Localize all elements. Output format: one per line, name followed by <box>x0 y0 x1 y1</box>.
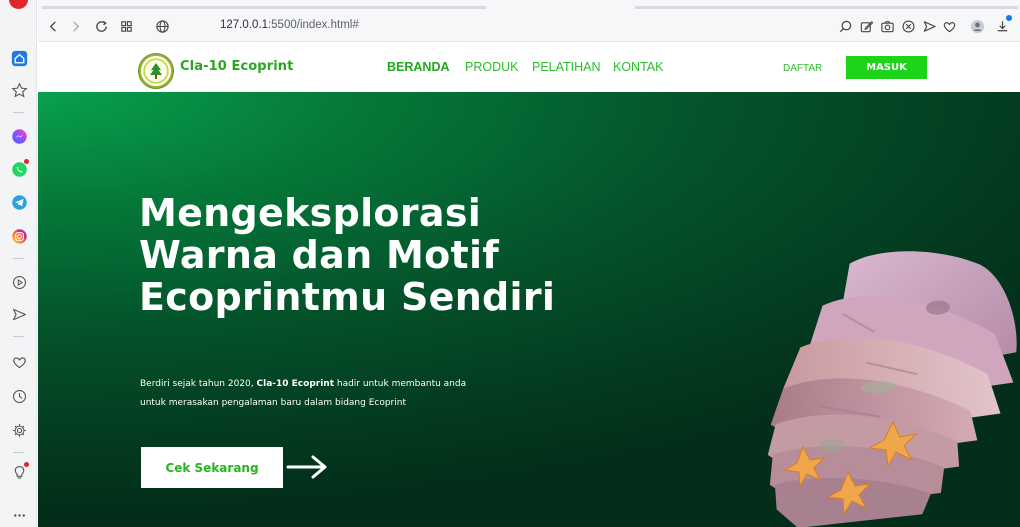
register-link[interactable]: DAFTAR <box>783 63 822 74</box>
telegram-icon[interactable] <box>9 192 29 212</box>
camera-icon[interactable] <box>878 17 896 35</box>
download-icon[interactable] <box>993 15 1012 35</box>
history-icon[interactable] <box>9 386 29 406</box>
nav-link-produk[interactable]: PRODUK <box>465 60 518 74</box>
home-icon[interactable] <box>9 48 29 68</box>
forward-icon[interactable] <box>66 17 84 35</box>
profile-icon[interactable] <box>968 17 986 35</box>
search-icon[interactable] <box>836 17 854 35</box>
block-icon[interactable] <box>899 17 917 35</box>
desc-brand: Cla-10 Ecoprint <box>256 379 335 389</box>
tab-strip <box>635 6 1018 9</box>
send-icon[interactable] <box>920 17 938 35</box>
settings-icon[interactable] <box>9 420 29 440</box>
web-page: Cla-10 Ecoprint BERANDA PRODUK PELATIHAN… <box>38 42 1020 527</box>
sidebar-separator <box>13 258 24 259</box>
back-icon[interactable] <box>44 17 62 35</box>
instagram-icon[interactable] <box>9 226 29 246</box>
hero-description: Berdiri sejak tahun 2020, Cla-10 Ecoprin… <box>140 375 480 413</box>
nav-link-beranda[interactable]: BERANDA <box>387 60 450 74</box>
notification-dot <box>24 462 29 467</box>
tab-strip <box>42 6 486 9</box>
more-icon[interactable] <box>9 505 29 525</box>
messenger-icon[interactable] <box>9 126 29 146</box>
sidebar-separator <box>13 336 24 337</box>
ecoprint-fabric-image <box>767 251 1017 527</box>
heart-icon[interactable] <box>9 352 29 372</box>
nav-link-kontak[interactable]: KONTAK <box>613 60 663 74</box>
url-path: :5500/index.html# <box>267 19 359 31</box>
site-navbar: Cla-10 Ecoprint BERANDA PRODUK PELATIHAN… <box>38 42 1020 92</box>
url-host: 127.0.0.1 <box>220 19 268 31</box>
notification-dot <box>24 159 29 164</box>
lightbulb-icon[interactable] <box>9 462 29 482</box>
star-icon[interactable] <box>9 80 29 100</box>
address-bar[interactable]: 127.0.0.1:5500/index.html# <box>220 19 359 31</box>
nav-link-pelatihan[interactable]: PELATIHAN <box>532 60 601 74</box>
hero-section: Mengeksplorasi Warna dan Motif Ecoprintm… <box>38 92 1020 527</box>
cek-sekarang-button[interactable]: Cek Sekarang <box>141 447 283 488</box>
brand-name[interactable]: Cla-10 Ecoprint <box>180 59 293 74</box>
arrow-right-icon <box>286 455 327 479</box>
send-icon[interactable] <box>9 304 29 324</box>
desc-text-start: Berdiri sejak tahun 2020, <box>140 379 257 389</box>
reload-icon[interactable] <box>92 17 110 35</box>
whatsapp-icon[interactable] <box>9 159 29 179</box>
heart-icon[interactable] <box>940 17 958 35</box>
notification-dot <box>1006 15 1012 21</box>
opera-logo-icon[interactable] <box>0 0 37 12</box>
globe-icon[interactable] <box>153 17 171 35</box>
player-icon[interactable] <box>9 272 29 292</box>
login-button[interactable]: MASUK <box>846 56 927 79</box>
speed-dial-icon[interactable] <box>117 17 135 35</box>
browser-sidebar <box>0 0 37 527</box>
hero-headline: Mengeksplorasi Warna dan Motif Ecoprintm… <box>139 191 556 319</box>
brand-logo[interactable] <box>138 53 174 89</box>
edit-icon[interactable] <box>857 17 875 35</box>
sidebar-separator <box>13 452 24 453</box>
sidebar-separator <box>13 112 24 113</box>
browser-toolbar: 127.0.0.1:5500/index.html# <box>38 0 1020 42</box>
